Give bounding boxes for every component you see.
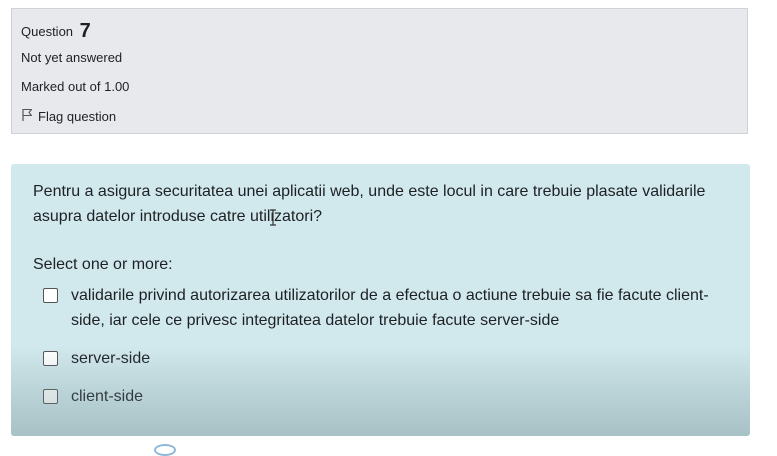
question-info-panel: Question 7 Not yet answered Marked out o… xyxy=(11,8,748,134)
partial-circle-icon xyxy=(154,444,176,456)
flag-question-link[interactable]: Flag question xyxy=(21,108,116,125)
answer-option-1[interactable]: validarile privind autorizarea utilizato… xyxy=(43,283,711,333)
answer-option-label: server-side xyxy=(71,350,151,367)
question-marks: Marked out of 1.00 xyxy=(21,79,130,94)
checkbox-icon[interactable] xyxy=(43,288,58,303)
answer-option-2[interactable]: server-side xyxy=(43,346,711,371)
question-heading: Question 7 xyxy=(21,19,91,42)
answer-option-3[interactable]: client-side xyxy=(43,384,711,409)
checkbox-icon[interactable] xyxy=(43,389,58,404)
answer-option-label: client-side xyxy=(71,388,144,405)
flag-question-label: Flag question xyxy=(38,109,117,124)
answer-prompt: Select one or more: xyxy=(33,256,173,273)
text-cursor-icon xyxy=(269,209,277,226)
answer-option-label: validarile privind autorizarea utilizato… xyxy=(71,287,709,329)
question-text: Pentru a asigura securitatea unei aplica… xyxy=(33,183,706,225)
question-number: 7 xyxy=(79,20,91,42)
question-state: Not yet answered xyxy=(21,50,123,65)
checkbox-icon[interactable] xyxy=(43,351,58,366)
flag-icon xyxy=(21,108,38,125)
question-content-panel: Pentru a asigura securitatea unei aplica… xyxy=(11,164,750,436)
question-label: Question xyxy=(21,24,74,39)
